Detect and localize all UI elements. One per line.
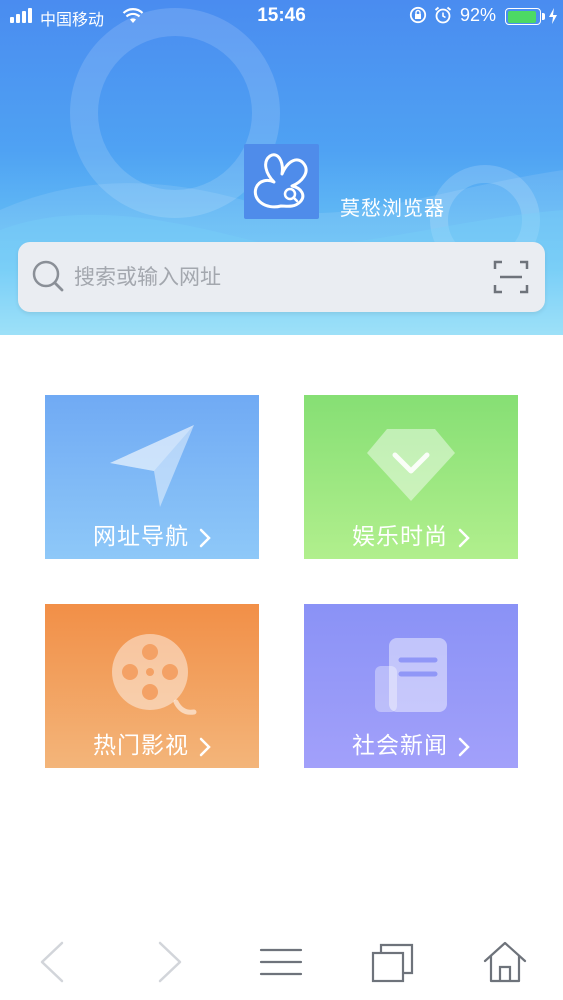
status-bar: 中国移动 15:46 92% [0, 0, 563, 32]
app-logo [244, 144, 319, 219]
tile-label-container: 网址导航 [45, 517, 259, 551]
orientation-lock-icon [409, 6, 427, 24]
chevron-right-icon [458, 528, 470, 547]
app-name: 莫愁浏览器 [340, 196, 445, 220]
diamond-icon [367, 429, 455, 501]
chevron-right-icon [199, 737, 211, 756]
battery-cap [542, 13, 545, 20]
paper-plane-icon [110, 425, 194, 507]
back-icon [40, 941, 64, 983]
tile-label-container: 热门影视 [45, 726, 259, 760]
newspaper-icon [375, 638, 447, 712]
tile-entertainment-fashion[interactable]: 娱乐时尚 [304, 395, 518, 559]
tabs-icon [371, 943, 414, 983]
battery-level-fill [507, 10, 537, 23]
home-icon [483, 941, 527, 983]
menu-button[interactable] [256, 937, 306, 987]
alarm-icon [434, 6, 452, 24]
tile-popular-movies[interactable]: 热门影视 [45, 604, 259, 768]
bottom-toolbar [0, 925, 563, 1000]
charging-icon [549, 8, 557, 24]
tile-label-container: 社会新闻 [304, 726, 518, 760]
butterfly-logo-icon [253, 153, 308, 209]
tile-social-news[interactable]: 社会新闻 [304, 604, 518, 768]
chevron-right-icon [199, 528, 211, 547]
battery-icon [505, 8, 541, 25]
tile-website-navigation[interactable]: 网址导航 [45, 395, 259, 559]
tile-label: 网址导航 [93, 524, 189, 550]
tile-label: 社会新闻 [352, 733, 448, 759]
scan-icon[interactable] [491, 257, 531, 297]
search-box[interactable] [18, 242, 545, 312]
tabs-button[interactable] [368, 937, 418, 987]
tile-label-container: 娱乐时尚 [304, 517, 518, 551]
tile-label: 娱乐时尚 [352, 524, 448, 550]
search-input[interactable] [74, 256, 474, 298]
forward-icon [158, 941, 182, 983]
tile-label: 热门影视 [93, 733, 189, 759]
film-reel-icon [112, 634, 197, 715]
chevron-right-icon [458, 737, 470, 756]
search-icon[interactable] [28, 256, 68, 296]
battery-percentage: 92% [460, 5, 497, 25]
home-button[interactable] [480, 937, 530, 987]
menu-icon [259, 948, 303, 976]
forward-button[interactable] [144, 937, 194, 987]
back-button[interactable] [28, 937, 78, 987]
